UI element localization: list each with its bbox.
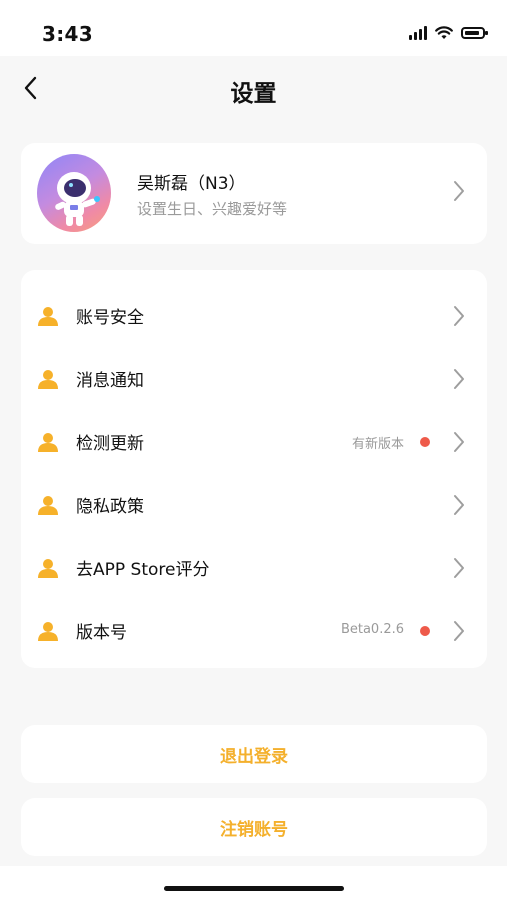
chevron-right-icon — [451, 367, 467, 391]
notification-dot — [420, 626, 430, 636]
version-text: Beta0.2.6 — [340, 622, 404, 637]
notification-dot — [420, 437, 430, 447]
user-icon — [38, 307, 58, 326]
status-time: 3:43 — [42, 22, 93, 46]
user-icon — [38, 496, 58, 515]
menu-item-notifications[interactable]: 消息通知 — [21, 348, 487, 411]
signal-icon — [409, 26, 427, 40]
user-icon — [38, 433, 58, 452]
profile-card[interactable]: 吴斯磊（N3） 设置生日、兴趣爱好等 — [21, 143, 487, 244]
menu-item-label: 消息通知 — [76, 371, 144, 391]
astronaut-avatar — [55, 172, 100, 226]
profile-subtitle: 设置生日、兴趣爱好等 — [137, 200, 288, 218]
user-icon — [38, 559, 58, 578]
menu-item-account-security[interactable]: 账号安全 — [21, 285, 487, 348]
chevron-right-icon — [451, 179, 467, 203]
avatar[interactable] — [37, 154, 111, 232]
status-bar: 3:43 — [0, 0, 507, 56]
user-icon — [38, 622, 58, 641]
menu-item-label: 账号安全 — [76, 308, 144, 328]
profile-name: 吴斯磊（N3） — [137, 174, 246, 194]
chevron-right-icon — [451, 493, 467, 517]
menu-item-privacy-policy[interactable]: 隐私政策 — [21, 474, 487, 537]
chevron-right-icon — [451, 430, 467, 454]
chevron-right-icon — [451, 304, 467, 328]
user-icon — [38, 370, 58, 389]
chevron-right-icon — [451, 619, 467, 643]
menu-item-label: 去APP Store评分 — [76, 560, 210, 580]
navigation-bar: 设置 — [0, 56, 507, 120]
menu-item-rate-app[interactable]: 去APP Store评分 — [21, 537, 487, 600]
chevron-right-icon — [451, 556, 467, 580]
status-icons — [409, 24, 488, 42]
page-title: 设置 — [230, 81, 277, 107]
settings-menu: 账号安全 消息通知 检测更新 有新版本 隐私政策 去APP Store评分 版本… — [21, 270, 487, 668]
update-status-text: 有新版本 — [351, 437, 404, 452]
cancel-account-button[interactable]: 注销账号 — [21, 798, 487, 856]
menu-item-label: 版本号 — [76, 623, 127, 643]
menu-item-check-update[interactable]: 检测更新 有新版本 — [21, 411, 487, 474]
logout-button[interactable]: 退出登录 — [21, 725, 487, 783]
bottom-safe-area — [0, 866, 507, 900]
menu-item-label: 检测更新 — [76, 434, 144, 454]
wifi-icon — [435, 26, 453, 39]
home-indicator[interactable] — [164, 886, 344, 891]
menu-item-label: 隐私政策 — [76, 497, 144, 517]
battery-icon — [461, 27, 488, 39]
menu-item-version[interactable]: 版本号 Beta0.2.6 — [21, 600, 487, 663]
